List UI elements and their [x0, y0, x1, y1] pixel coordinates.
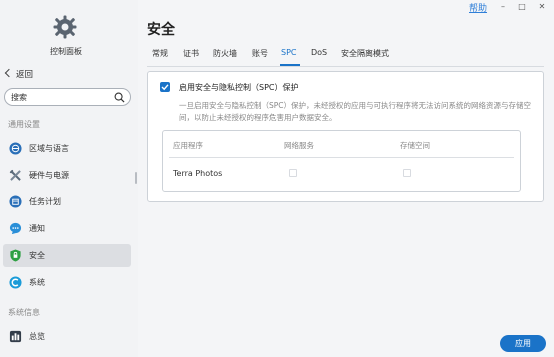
sidebar-item-label: 通知 [29, 224, 45, 233]
tab-isolation-mode[interactable]: 安全隔离模式 [341, 48, 389, 59]
sidebar-item-label: 任务计划 [29, 197, 61, 206]
checkmark-icon [161, 84, 169, 91]
tab-certificate[interactable]: 证书 [183, 48, 199, 59]
spc-description: 一旦启用安全与隐私控制（SPC）保护，未经授权的应用与可执行程序将无法访问系统的… [179, 101, 532, 122]
shield-icon [10, 249, 21, 262]
sidebar-item-label: 区域与语言 [29, 144, 69, 153]
spc-checkbox[interactable] [160, 82, 170, 92]
overview-icon [9, 330, 22, 343]
globe-icon [9, 142, 22, 155]
sidebar-item-scheduler[interactable]: 任务计划 [3, 190, 131, 213]
sidebar-item-hardware[interactable]: 硬件与电源 [3, 164, 131, 187]
calendar-icon [9, 195, 22, 208]
chevron-left-icon [4, 68, 14, 78]
apply-button[interactable]: 应用 [500, 335, 546, 352]
spc-card: 启用安全与隐私控制（SPC）保护 一旦启用安全与隐私控制（SPC）保护，未经授权… [147, 71, 544, 202]
tab-firewall[interactable]: 防火墙 [213, 48, 237, 59]
section-system-info: 系统信息 [8, 308, 40, 317]
search-input[interactable]: 搜索 [4, 88, 131, 106]
back-label: 返回 [16, 70, 34, 80]
gear-icon [53, 15, 77, 39]
storage-permission-checkbox[interactable] [403, 169, 411, 177]
system-icon [9, 276, 22, 289]
main-content: 安全 常规 证书 防火墙 账号 SPC DoS 安全隔离模式 启用安全与隐私控制… [138, 0, 554, 357]
tab-dos[interactable]: DoS [311, 48, 327, 57]
tab-divider [147, 66, 544, 67]
sidebar-item-label: 系统 [29, 278, 45, 287]
tab-general[interactable]: 常规 [152, 48, 168, 59]
column-header-app: 应用程序 [173, 141, 203, 150]
search-placeholder: 搜索 [11, 93, 27, 102]
sidebar-item-region[interactable]: 区域与语言 [3, 137, 131, 160]
tab-spc[interactable]: SPC [281, 48, 297, 57]
column-header-storage: 存储空间 [400, 141, 430, 150]
column-header-network: 网络服务 [284, 141, 314, 150]
chat-bubble-icon [9, 222, 22, 235]
tools-icon [9, 169, 22, 182]
page-title: 安全 [147, 22, 175, 38]
network-permission-checkbox[interactable] [289, 169, 297, 177]
back-button[interactable]: 返回 [4, 68, 34, 80]
sidebar-scrollbar[interactable] [135, 172, 137, 184]
table-cell-app: Terra Photos [173, 169, 223, 178]
sidebar-item-label: 安全 [29, 251, 45, 260]
panel-title: 控制面板 [50, 47, 82, 56]
table-divider [169, 157, 514, 158]
sidebar-item-label: 总览 [29, 332, 45, 341]
sidebar-item-security[interactable]: 安全 [3, 244, 131, 267]
sidebar-item-system[interactable]: 系统 [3, 271, 131, 294]
sidebar-item-label: 硬件与电源 [29, 171, 69, 180]
tab-account[interactable]: 账号 [252, 48, 268, 59]
spc-checkbox-label: 启用安全与隐私控制（SPC）保护 [179, 83, 299, 92]
search-icon[interactable] [114, 92, 125, 103]
app-permission-table: 应用程序 网络服务 存储空间 Terra Photos [162, 130, 521, 192]
sidebar-item-notification[interactable]: 通知 [3, 217, 131, 240]
section-general: 通用设置 [8, 120, 40, 129]
sidebar: 控制面板 返回 搜索 通用设置 区域与语言 硬件与电源 任务计划 通知 安全 系… [0, 0, 138, 357]
sidebar-item-overview[interactable]: 总览 [3, 325, 131, 348]
